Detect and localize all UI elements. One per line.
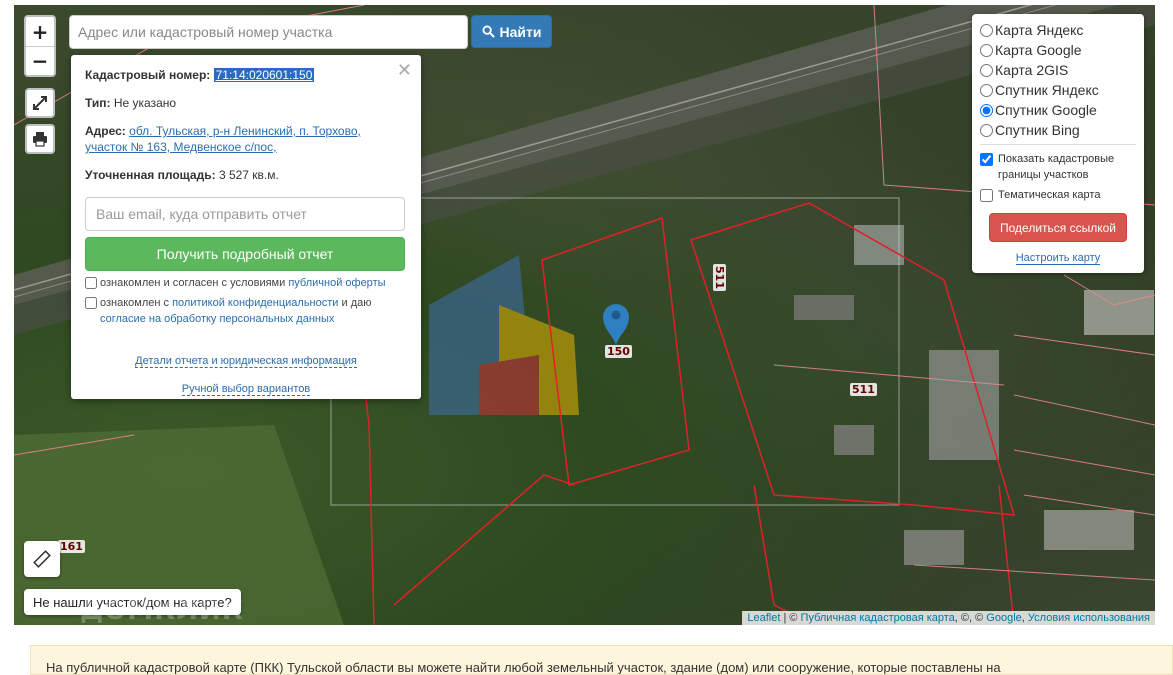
- tune-map-link[interactable]: Настроить карту: [1015, 252, 1101, 265]
- offer-link[interactable]: публичной оферты: [288, 277, 385, 289]
- manual-link-row: Ручной выбор вариантов: [85, 383, 407, 396]
- terms-link[interactable]: Условия использования: [1028, 612, 1150, 624]
- layer-option-2gis-map[interactable]: Карта 2GIS: [980, 60, 1136, 80]
- cad-number-value[interactable]: 71:14:020601:150: [213, 68, 315, 82]
- layer-label: Спутник Bing: [995, 122, 1080, 138]
- layer-radio[interactable]: [980, 103, 993, 117]
- pkk-link[interactable]: Публичная кадастровая карта: [801, 612, 955, 624]
- privacy-agree-row: ознакомлен с политикой конфиденциальност…: [85, 295, 407, 327]
- privacy-agree-text: ознакомлен с: [100, 297, 170, 309]
- area-value: 3 527 кв.м.: [218, 168, 279, 182]
- privacy-checkbox[interactable]: [85, 297, 97, 309]
- type-row: Тип: Не указано: [85, 95, 407, 111]
- layer-option-yandex-map[interactable]: Карта Яндекс: [980, 20, 1136, 40]
- search-icon: [481, 25, 495, 38]
- consent-link[interactable]: согласие на обработку персональных данны…: [100, 313, 334, 325]
- show-borders-label: Показать кадастровые границы участков: [998, 153, 1115, 181]
- privacy-link[interactable]: политикой конфиденциальности: [172, 297, 338, 309]
- layer-radio[interactable]: [980, 83, 993, 97]
- parcel-label-511-b: 511: [850, 383, 877, 396]
- show-borders-option[interactable]: Показать кадастровые границы участков: [980, 151, 1136, 183]
- parcel-label-161: 161: [58, 540, 85, 553]
- map-attribution: Leaflet | © Публичная кадастровая карта,…: [742, 611, 1155, 625]
- google-link[interactable]: Google: [986, 612, 1021, 624]
- layer-switcher: Карта Яндекс Карта Google Карта 2GIS Спу…: [972, 14, 1144, 273]
- layer-option-google-map[interactable]: Карта Google: [980, 40, 1136, 60]
- zoom-control: + −: [24, 15, 56, 77]
- layer-radio[interactable]: [980, 43, 993, 57]
- search-button-label: Найти: [499, 23, 542, 40]
- measure-button[interactable]: [24, 541, 60, 577]
- layer-label: Спутник Яндекс: [995, 82, 1099, 98]
- get-report-button[interactable]: Получить подробный отчет: [85, 237, 405, 271]
- cad-number-label: Кадастровый номер:: [85, 68, 211, 82]
- parcel-info-popup: ✕ Кадастровый номер: 71:14:020601:150 Ти…: [71, 55, 421, 399]
- leaflet-link[interactable]: Leaflet: [747, 612, 780, 624]
- layer-radio[interactable]: [980, 123, 993, 137]
- close-icon[interactable]: ✕: [397, 60, 412, 81]
- offer-agree-text: ознакомлен и согласен с условиями: [100, 277, 286, 289]
- print-button[interactable]: [25, 124, 55, 154]
- parcel-label-150: 150: [605, 345, 632, 358]
- details-link[interactable]: Детали отчета и юридическая информация: [135, 355, 357, 368]
- layer-label: Спутник Google: [995, 102, 1097, 118]
- offer-checkbox[interactable]: [85, 277, 97, 289]
- thematic-option[interactable]: Тематическая карта: [980, 187, 1136, 203]
- expand-icon: [33, 96, 47, 110]
- printer-icon: [33, 132, 47, 147]
- address-link-line2[interactable]: участок № 163, Медвенское с/пос,: [85, 140, 276, 154]
- manual-select-link[interactable]: Ручной выбор вариантов: [181, 383, 311, 396]
- search-button[interactable]: Найти: [471, 15, 552, 48]
- address-link-line1[interactable]: обл. Тульская, р-н Ленинский, п. Торхово…: [129, 124, 361, 138]
- share-link-button[interactable]: Поделиться ссылкой: [989, 213, 1127, 242]
- search-input[interactable]: [69, 15, 468, 49]
- watermark-text: ДОМКЛИК: [80, 596, 244, 626]
- layer-divider: [980, 144, 1136, 145]
- layer-label: Карта Яндекс: [995, 22, 1084, 38]
- type-value: Не указано: [113, 96, 177, 110]
- thematic-label: Тематическая карта: [998, 189, 1101, 201]
- layer-option-google-sat[interactable]: Спутник Google: [980, 100, 1136, 120]
- cad-number-row: Кадастровый номер: 71:14:020601:150: [85, 67, 407, 83]
- zoom-in-button[interactable]: +: [26, 17, 54, 46]
- show-borders-checkbox[interactable]: [980, 153, 993, 166]
- address-label: Адрес:: [85, 124, 126, 138]
- location-marker: [603, 304, 629, 345]
- zoom-out-button[interactable]: −: [26, 46, 54, 75]
- fullscreen-button[interactable]: [25, 88, 55, 118]
- area-label: Уточненная площадь:: [85, 168, 216, 182]
- info-banner: На публичной кадастровой карте (ПКК) Тул…: [30, 645, 1173, 675]
- address-row: Адрес: обл. Тульская, р-н Ленинский, п. …: [85, 123, 407, 155]
- ruler-icon: [33, 550, 51, 568]
- layer-radio[interactable]: [980, 63, 993, 77]
- offer-agree-row: ознакомлен и согласен с условиями публич…: [85, 275, 407, 291]
- type-label: Тип:: [85, 96, 111, 110]
- email-field[interactable]: [85, 197, 405, 231]
- layer-option-bing-sat[interactable]: Спутник Bing: [980, 120, 1136, 140]
- parcel-label-511-a: 511: [712, 264, 726, 291]
- tune-map-row: Настроить карту: [980, 252, 1136, 265]
- area-row: Уточненная площадь: 3 527 кв.м.: [85, 167, 407, 183]
- layer-radio[interactable]: [980, 23, 993, 37]
- thematic-checkbox[interactable]: [980, 189, 993, 202]
- layer-option-yandex-sat[interactable]: Спутник Яндекс: [980, 80, 1136, 100]
- privacy-agree-text-b: и даю: [341, 297, 372, 309]
- layer-label: Карта 2GIS: [995, 62, 1069, 78]
- layer-label: Карта Google: [995, 42, 1082, 58]
- details-link-row: Детали отчета и юридическая информация: [85, 355, 407, 368]
